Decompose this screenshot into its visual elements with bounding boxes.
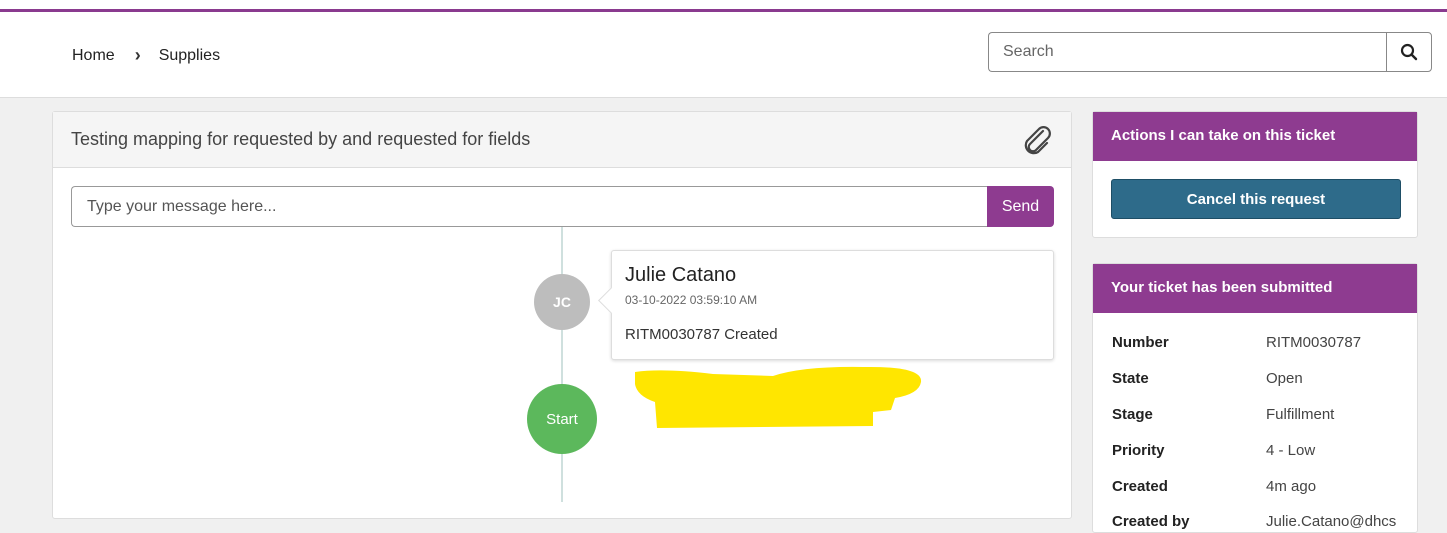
breadcrumb-home[interactable]: Home xyxy=(72,47,115,65)
search-button[interactable] xyxy=(1386,32,1432,72)
activity-timestamp: 03-10-2022 03:59:10 AM xyxy=(625,293,758,307)
search-icon xyxy=(1400,43,1418,61)
avatar: JC xyxy=(534,274,590,330)
redaction-mark xyxy=(635,366,922,428)
ticket-panel-header: Testing mapping for requested by and req… xyxy=(53,112,1071,168)
activity-text: RITM0030787 Created xyxy=(625,326,778,343)
chevron-right-icon: › xyxy=(134,45,141,65)
actions-panel-title: Actions I can take on this ticket xyxy=(1093,112,1417,161)
field-value: Fulfillment xyxy=(1266,406,1335,423)
field-label: Number xyxy=(1112,334,1169,351)
message-input[interactable] xyxy=(71,186,987,227)
breadcrumb-supplies[interactable]: Supplies xyxy=(159,47,220,65)
field-value: Open xyxy=(1266,370,1303,387)
top-accent-bar xyxy=(0,0,1447,13)
ticket-title: Testing mapping for requested by and req… xyxy=(71,129,531,149)
field-value: 4m ago xyxy=(1266,478,1317,495)
ticket-details-panel: Your ticket has been submitted Number RI… xyxy=(1092,263,1418,533)
search-bar xyxy=(988,32,1432,72)
activity-card: Julie Catano 03-10-2022 03:59:10 AM RITM… xyxy=(611,250,1054,360)
field-value: Julie.Catano@dhcs xyxy=(1266,513,1397,530)
paperclip-icon[interactable] xyxy=(1021,124,1055,158)
field-value: RITM0030787 xyxy=(1266,334,1362,351)
send-button[interactable]: Send xyxy=(987,186,1054,227)
page-header: Home › Supplies xyxy=(0,13,1447,98)
search-input[interactable] xyxy=(988,32,1386,72)
field-label: State xyxy=(1112,370,1149,387)
cancel-request-button[interactable]: Cancel this request xyxy=(1111,179,1401,219)
ticket-conversation-panel: Testing mapping for requested by and req… xyxy=(52,111,1072,519)
activity-author: Julie Catano xyxy=(625,264,737,286)
field-label: Created by xyxy=(1112,513,1190,530)
message-composer: Send xyxy=(71,186,1054,227)
ticket-actions-panel: Actions I can take on this ticket Cancel… xyxy=(1092,111,1418,238)
timeline-start-node: Start xyxy=(527,384,597,454)
field-label: Priority xyxy=(1112,442,1165,459)
field-label: Stage xyxy=(1112,406,1153,423)
field-label: Created xyxy=(1112,478,1168,495)
breadcrumb: Home › Supplies xyxy=(72,45,220,66)
field-value: 4 - Low xyxy=(1266,442,1316,459)
details-panel-title: Your ticket has been submitted xyxy=(1093,264,1417,313)
timeline-line xyxy=(561,227,563,502)
